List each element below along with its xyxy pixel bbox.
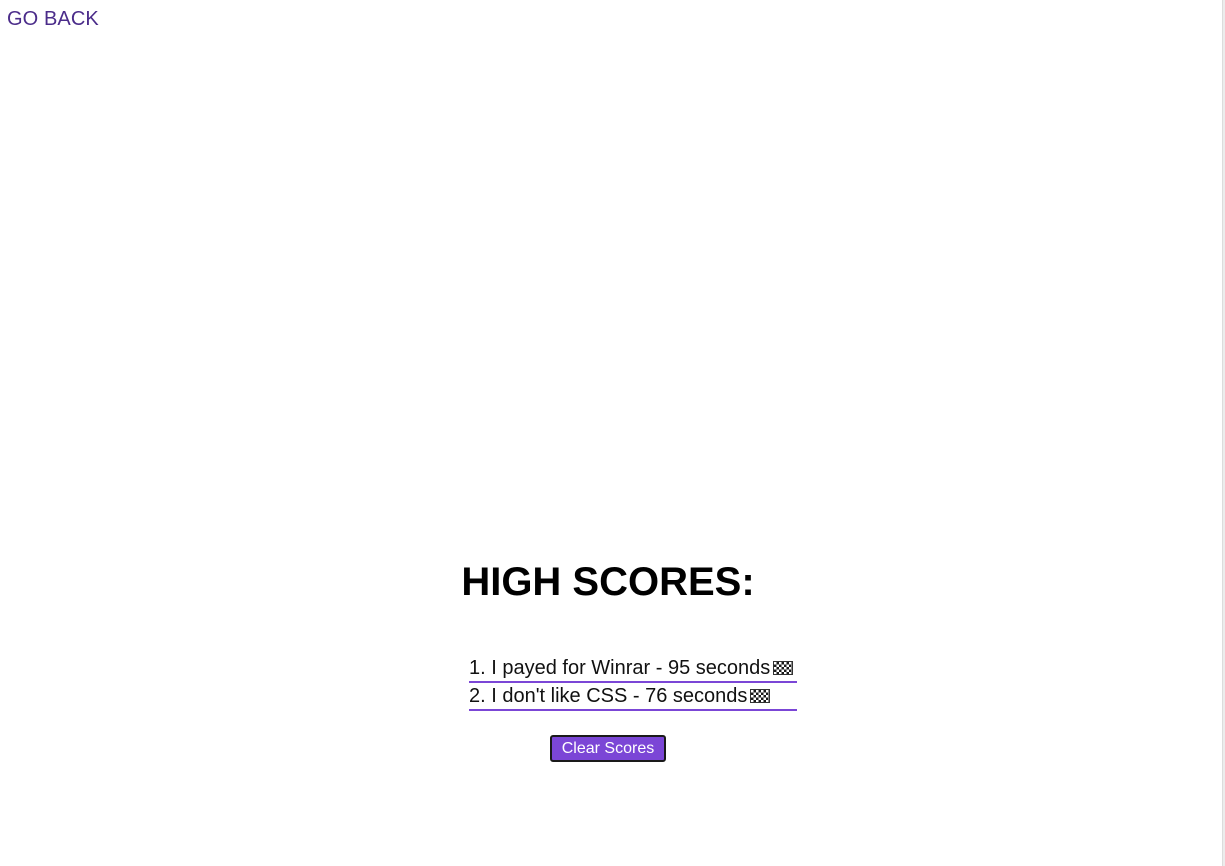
high-scores-list: 1. I payed for Winrar - 95 seconds 2. I … bbox=[469, 655, 797, 711]
score-entry-text: 2. I don't like CSS - 76 seconds bbox=[469, 685, 748, 707]
checkered-flag-icon bbox=[750, 689, 771, 703]
score-list-item: 2. I don't like CSS - 76 seconds bbox=[469, 683, 797, 711]
score-list-item: 1. I payed for Winrar - 95 seconds bbox=[469, 655, 797, 683]
clear-scores-button[interactable]: Clear Scores bbox=[550, 735, 666, 762]
go-back-link[interactable]: GO BACK bbox=[7, 8, 99, 31]
page-title: HIGH SCORES: bbox=[461, 560, 755, 604]
checkered-flag-icon bbox=[773, 661, 794, 675]
score-entry-text: 1. I payed for Winrar - 95 seconds bbox=[469, 657, 771, 679]
